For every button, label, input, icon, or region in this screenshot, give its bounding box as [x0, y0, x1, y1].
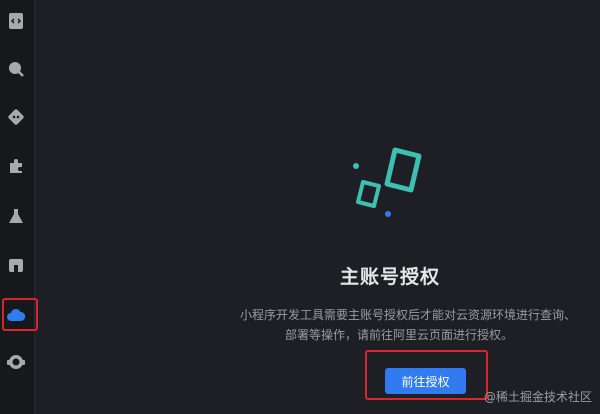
cloud-highlight-box [2, 298, 38, 331]
support-icon [7, 355, 25, 369]
auth-description: 小程序开发工具需要主账号授权后才能对云资源环境进行查询、 部署等操作，请前往阿里… [240, 305, 600, 345]
app-window: 主账号授权 小程序开发工具需要主账号授权后才能对云资源环境进行查询、 部署等操作… [0, 0, 600, 414]
activity-explorer[interactable] [3, 8, 29, 34]
extensions-icon [10, 159, 22, 173]
page-title: 主账号授权 [339, 266, 440, 288]
test-flask-icon [9, 209, 23, 223]
cloud-logo-icon [353, 147, 422, 217]
auth-description-line2: 部署等操作，请前往阿里云页面进行授权。 [285, 328, 514, 342]
git-icon [8, 109, 24, 125]
activity-extensions[interactable] [3, 153, 29, 179]
watermark: @稀土掘金技术社区 [483, 390, 592, 404]
activity-search[interactable] [3, 56, 29, 82]
code-file-icon [9, 13, 23, 29]
auth-description-line1: 小程序开发工具需要主账号授权后才能对云资源环境进行查询、 [240, 308, 577, 322]
activity-support[interactable] [3, 349, 29, 375]
activity-bar [0, 0, 38, 414]
search-icon [9, 62, 24, 77]
go-authorize-button[interactable]: 前往授权 [385, 368, 466, 394]
activity-test[interactable] [3, 203, 29, 229]
activity-git[interactable] [3, 104, 29, 130]
